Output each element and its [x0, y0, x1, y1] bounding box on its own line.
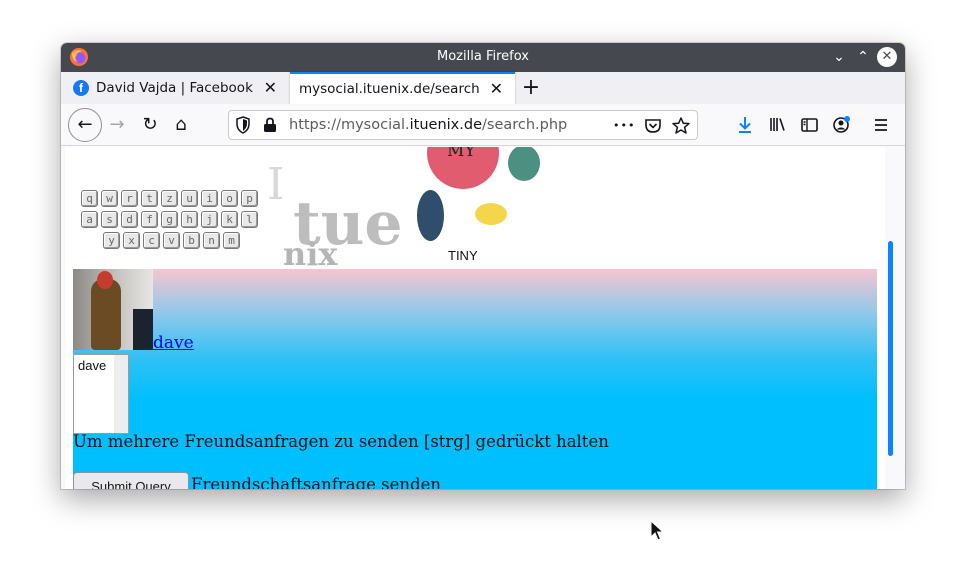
avatar-shadow: [133, 309, 153, 350]
avatar-head: [97, 271, 113, 289]
key: x: [123, 232, 140, 249]
tab-label: mysocial.ituenix.de/search.php: [299, 81, 479, 97]
key: b: [183, 232, 200, 249]
my-label: MY: [447, 147, 476, 161]
keyboard-row-3: yxcvbnm: [103, 229, 243, 249]
key: r: [121, 190, 138, 207]
logo-letter-i: I: [267, 159, 285, 210]
url-bar[interactable]: https://mysocial.ituenix.de/search.php •…: [228, 110, 698, 140]
tab-close-button[interactable]: ✕: [264, 72, 277, 104]
bookmark-star-icon[interactable]: [671, 116, 691, 136]
keyboard-row-1: qwrtzuiop: [81, 187, 261, 207]
page-scrollbar-thumb[interactable]: [888, 241, 893, 456]
key: t: [141, 190, 158, 207]
key: s: [101, 211, 118, 228]
page-viewport: qwrtzuiop asdfghjkl yxcvbnm I tue nix MY…: [65, 147, 885, 489]
home-button[interactable]: ⌂: [165, 109, 197, 141]
send-friend-request-label: Freundschaftsanfrage senden: [191, 475, 441, 489]
reload-button[interactable]: ↻: [134, 109, 166, 141]
shield-icon[interactable]: [235, 116, 251, 134]
lock-icon[interactable]: [263, 117, 277, 133]
key: p: [241, 190, 258, 207]
tab-search[interactable]: mysocial.ituenix.de/search.php ✕: [290, 72, 515, 104]
tab-close-button[interactable]: ✕: [490, 74, 503, 104]
tab-label: David Vajda | Facebook: [96, 80, 253, 96]
list-scrollbar[interactable]: [114, 355, 128, 433]
page-actions-button[interactable]: •••: [613, 115, 635, 137]
avatar-person: [91, 279, 121, 350]
key: z: [161, 190, 178, 207]
new-tab-button[interactable]: +: [519, 74, 543, 102]
window-title: Mozilla Firefox: [437, 49, 529, 64]
key: f: [141, 211, 158, 228]
forward-button[interactable]: →: [101, 109, 133, 141]
avatar[interactable]: [73, 269, 153, 350]
tab-facebook[interactable]: f David Vajda | Facebook ✕: [61, 72, 289, 104]
url-prefix: https://mysocial.: [289, 117, 410, 133]
key: y: [103, 232, 120, 249]
account-icon[interactable]: [827, 111, 855, 139]
multi-select-hint: Um mehrere Freundsanfragen zu senden [st…: [73, 432, 609, 451]
key: w: [101, 190, 118, 207]
navigation-toolbar: ← → ↻ ⌂ https://mysocial.ituenix.de/sear…: [61, 104, 905, 146]
back-button[interactable]: ←: [68, 108, 102, 142]
key: l: [241, 211, 258, 228]
url-path: /search.php: [482, 117, 568, 133]
key: a: [81, 211, 98, 228]
download-icon[interactable]: [731, 111, 759, 139]
logo-nix: nix: [283, 235, 338, 273]
yellow-bubble: [475, 203, 507, 225]
key: v: [163, 232, 180, 249]
close-window-button[interactable]: ✕: [877, 47, 897, 67]
mouse-cursor-icon: [650, 520, 664, 541]
key: m: [223, 232, 240, 249]
teal-bubble: [508, 147, 540, 181]
url-host: ituenix.de: [409, 117, 482, 133]
submit-query-button[interactable]: Submit Query: [73, 472, 189, 489]
sidebar-icon[interactable]: [795, 111, 823, 139]
key: o: [221, 190, 238, 207]
browser-window: Mozilla Firefox ⌄ ⌃ ✕ f David Vajda | Fa…: [61, 43, 905, 489]
friend-option[interactable]: dave: [78, 358, 106, 373]
key: u: [181, 190, 198, 207]
pocket-icon[interactable]: [643, 116, 663, 136]
friend-select-list[interactable]: dave: [73, 354, 129, 434]
menu-icon[interactable]: [867, 111, 895, 139]
tiny-label: TINY: [448, 248, 478, 263]
key: i: [201, 190, 218, 207]
key: h: [181, 211, 198, 228]
maximize-button[interactable]: ⌃: [853, 47, 873, 67]
tab-bar: f David Vajda | Facebook ✕ mysocial.itue…: [61, 72, 905, 104]
navy-bubble: [417, 190, 444, 241]
key: n: [203, 232, 220, 249]
search-results-panel: dave dave Um mehrere Freundsanfragen zu …: [73, 269, 877, 489]
keyboard-row-2: asdfghjkl: [81, 208, 261, 228]
user-profile-link[interactable]: dave: [153, 333, 194, 353]
minimize-button[interactable]: ⌄: [829, 47, 849, 67]
title-bar: Mozilla Firefox ⌄ ⌃ ✕: [61, 43, 905, 72]
key: j: [201, 211, 218, 228]
key: c: [143, 232, 160, 249]
key: q: [81, 190, 98, 207]
facebook-icon: f: [73, 80, 89, 96]
key: g: [161, 211, 178, 228]
key: k: [221, 211, 238, 228]
key: d: [121, 211, 138, 228]
url-text[interactable]: https://mysocial.ituenix.de/search.php: [289, 117, 567, 133]
library-icon[interactable]: [763, 111, 791, 139]
